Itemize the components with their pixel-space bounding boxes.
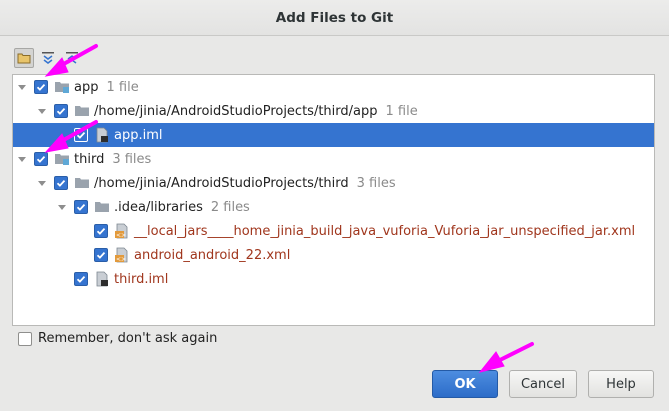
- group-by-directory-icon[interactable]: [14, 48, 34, 68]
- row-checkbox[interactable]: [74, 128, 88, 142]
- tree-row-count: 3 files: [356, 175, 396, 191]
- expand-arrow-icon[interactable]: [57, 202, 67, 212]
- tree-row-label: /home/jinia/AndroidStudioProjects/third: [94, 175, 349, 191]
- file-tree[interactable]: app 1 file/home/jinia/AndroidStudioProjec…: [12, 74, 655, 326]
- tree-row-label: app.iml: [114, 127, 163, 143]
- tree-row-label: app: [74, 79, 99, 95]
- expand-arrow-icon[interactable]: [17, 154, 27, 164]
- row-checkbox[interactable]: [74, 272, 88, 286]
- dialog-title-bar: Add Files to Git: [0, 0, 669, 36]
- folder-icon: [94, 199, 110, 215]
- tree-row[interactable]: .idea/libraries 2 files: [13, 195, 654, 219]
- expand-all-icon[interactable]: [38, 48, 58, 68]
- remember-checkbox-box[interactable]: [18, 331, 32, 346]
- tree-row-count: 1 file: [106, 79, 139, 95]
- help-button[interactable]: Help: [588, 370, 654, 398]
- tree-row-label: android_android_22.xml: [134, 247, 291, 263]
- xml-file-icon: <>: [114, 223, 130, 239]
- tree-row[interactable]: third.iml: [13, 267, 654, 291]
- iml-file-icon: [94, 271, 110, 287]
- svg-text:<>: <>: [116, 256, 126, 263]
- svg-text:<>: <>: [116, 232, 126, 239]
- tree-row-count: 1 file: [385, 103, 418, 119]
- tree-row-label: third.iml: [114, 271, 169, 287]
- tree-row-count: 3 files: [112, 151, 152, 167]
- module-folder-icon: [54, 79, 70, 95]
- tree-row-label: third: [74, 151, 105, 167]
- tree-row-label: __local_jars____home_jinia_build_java_vu…: [134, 223, 636, 239]
- tree-row-count: 2 files: [210, 199, 250, 215]
- xml-file-icon: <>: [114, 247, 130, 263]
- row-checkbox[interactable]: [34, 152, 48, 166]
- tree-row[interactable]: app 1 file: [13, 75, 654, 99]
- tree-row[interactable]: /home/jinia/AndroidStudioProjects/third 3…: [13, 171, 654, 195]
- row-checkbox[interactable]: [74, 200, 88, 214]
- iml-file-icon: [94, 127, 110, 143]
- folder-icon: [74, 175, 90, 191]
- row-checkbox[interactable]: [54, 176, 68, 190]
- module-folder-icon: [54, 151, 70, 167]
- collapse-all-icon[interactable]: [62, 48, 82, 68]
- ok-button[interactable]: OK: [432, 370, 498, 398]
- remember-label: Remember, don't ask again: [38, 331, 218, 346]
- folder-icon: [74, 103, 90, 119]
- row-checkbox[interactable]: [94, 224, 108, 238]
- row-checkbox[interactable]: [34, 80, 48, 94]
- tree-row-label: .idea/libraries: [114, 199, 203, 215]
- tree-row[interactable]: <> __local_jars____home_jinia_build_java_…: [13, 219, 654, 243]
- tree-row[interactable]: /home/jinia/AndroidStudioProjects/third/…: [13, 99, 654, 123]
- row-checkbox[interactable]: [54, 104, 68, 118]
- row-checkbox[interactable]: [94, 248, 108, 262]
- remember-checkbox[interactable]: Remember, don't ask again: [18, 331, 217, 346]
- tree-row[interactable]: <> android_android_22.xml: [13, 243, 654, 267]
- expand-arrow-icon[interactable]: [37, 106, 47, 116]
- expand-arrow-icon[interactable]: [17, 82, 27, 92]
- expand-arrow-icon[interactable]: [37, 178, 47, 188]
- tree-row-label: /home/jinia/AndroidStudioProjects/third/…: [94, 103, 378, 119]
- tree-row[interactable]: app.iml: [13, 123, 654, 147]
- tree-toolbar: [14, 48, 82, 68]
- cancel-button[interactable]: Cancel: [509, 370, 577, 398]
- tree-row[interactable]: third 3 files: [13, 147, 654, 171]
- dialog-title: Add Files to Git: [275, 9, 394, 26]
